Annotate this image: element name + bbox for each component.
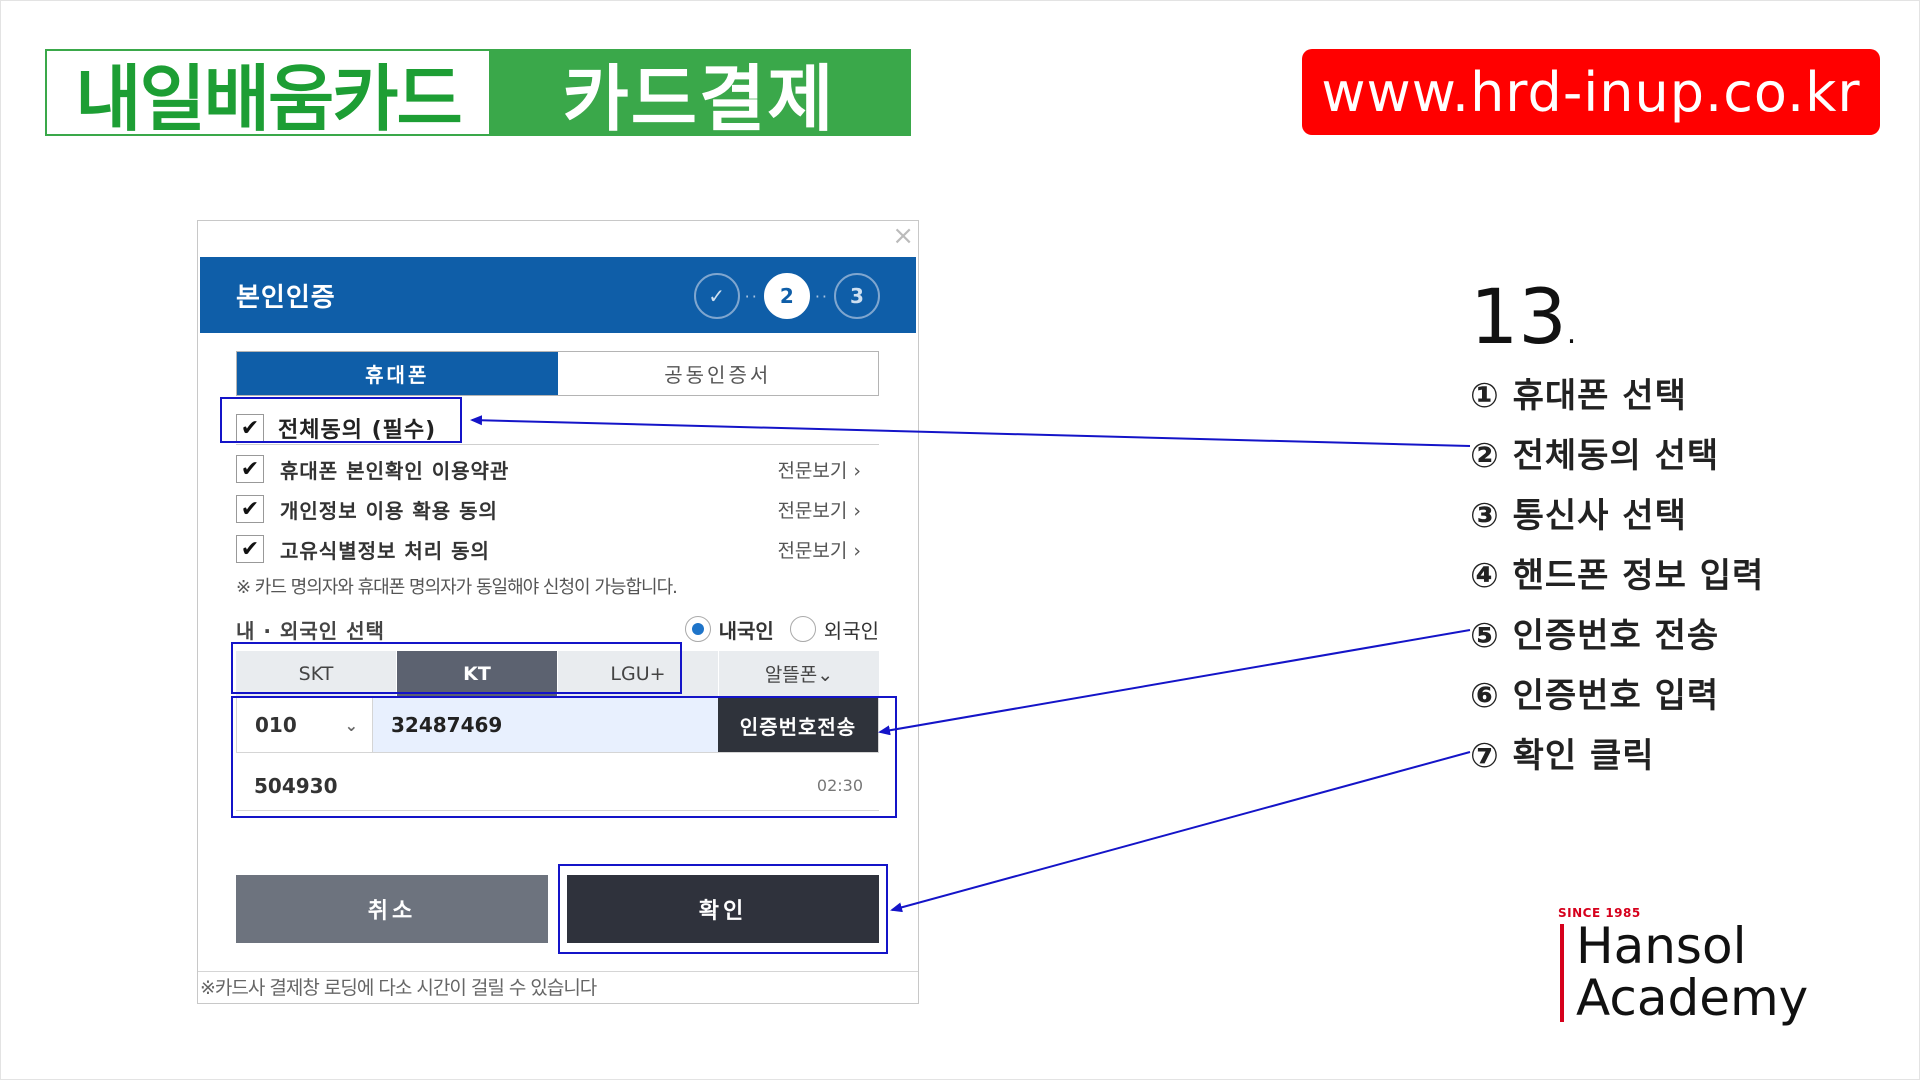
dialog-header: 본인인증 ✓ ·· 2 ·· 3 [200, 257, 916, 333]
agree-all-checkbox[interactable]: ✔ [236, 414, 264, 442]
nationality-row: 내 · 외국인 선택 내국인 외국인 [236, 609, 879, 649]
term-label: 고유식별정보 처리 동의 [280, 538, 490, 563]
agree-all-label: 전체동의 (필수) [278, 418, 437, 443]
chevron-down-icon: ⌄ [344, 715, 358, 735]
footer-divider [198, 971, 918, 972]
radio-foreign-label[interactable]: 외국인 [824, 615, 879, 644]
step-1-done-icon: ✓ [693, 273, 740, 319]
phone-input-row: 010 ⌄ 32487469 인증번호전송 [236, 697, 879, 753]
radio-selected-dot [691, 623, 704, 635]
term-row: ✔ 개인정보 이용 확용 동의 전문보기 › [236, 489, 879, 529]
logo-line1: Hansol [1576, 917, 1747, 975]
term-view-link[interactable]: 전문보기 › [777, 456, 861, 483]
title-banner: 내일배움카드 카드결제 [45, 49, 911, 141]
dialog-title: 본인인증 [236, 282, 336, 313]
divider [236, 444, 879, 445]
radio-foreign[interactable] [789, 616, 816, 642]
carrier-selector: SKT KT LGU+ 알뜰폰⌄ [236, 651, 879, 696]
title-card-payment: 카드결제 [489, 51, 909, 141]
step-number: 13. [1470, 272, 1576, 361]
owner-match-notice: ※ 카드 명의자와 휴대폰 명의자가 동일해야 신청이 가능합니다. [236, 577, 678, 598]
step-number-value: 13 [1470, 272, 1567, 361]
term-label: 개인정보 이용 확용 동의 [280, 498, 498, 523]
phone-prefix-select[interactable]: 010 ⌄ [237, 698, 373, 752]
term-row: ✔ 휴대폰 본인확인 이용약관 전문보기 › [236, 449, 879, 489]
verification-code-value: 504930 [254, 773, 338, 798]
step-3: 3 [834, 273, 880, 319]
term-row: ✔ 고유식별정보 처리 동의 전문보기 › [236, 529, 879, 569]
instruction-item: ⑦ 확인 클릭 [1470, 735, 1655, 776]
tab-mobile-phone[interactable]: 휴대폰 [237, 352, 558, 395]
close-icon[interactable]: × [892, 223, 914, 249]
carrier-lgu[interactable]: LGU+ [558, 651, 719, 696]
instruction-item: ⑥ 인증번호 입력 [1470, 675, 1720, 716]
step-2-current: 2 [763, 273, 810, 319]
instruction-item: ⑤ 인증번호 전송 [1470, 615, 1720, 656]
step-number-dot: . [1566, 316, 1577, 351]
instruction-list: ① 휴대폰 선택 ② 전체동의 선택 ③ 통신사 선택 ④ 핸드폰 정보 입력 … [1470, 362, 1764, 782]
term-checkbox[interactable]: ✔ [236, 535, 264, 563]
radio-domestic-label[interactable]: 내국인 [719, 615, 774, 644]
identity-verification-dialog: × 본인인증 ✓ ·· 2 ·· 3 휴대폰 공동인증서 ✔ 전체동의 (필수)… [197, 220, 919, 1004]
carrier-skt[interactable]: SKT [236, 651, 397, 696]
term-view-link[interactable]: 전문보기 › [777, 536, 861, 563]
instruction-item: ④ 핸드폰 정보 입력 [1470, 555, 1765, 596]
auth-method-tabs: 휴대폰 공동인증서 [236, 351, 879, 396]
arrow-send-code [878, 629, 1471, 736]
step-connector: ·· [814, 286, 829, 306]
term-checkbox[interactable]: ✔ [236, 455, 264, 483]
carrier-mvno-dropdown[interactable]: 알뜰폰⌄ [719, 651, 879, 696]
term-label: 휴대폰 본인확인 이용약관 [280, 458, 510, 483]
tab-certificate[interactable]: 공동인증서 [558, 352, 879, 395]
site-url-badge: www.hrd-inup.co.kr [1302, 49, 1880, 135]
cancel-button[interactable]: 취소 [236, 875, 548, 943]
confirm-button[interactable]: 확인 [567, 875, 879, 943]
terms-list: ✔ 휴대폰 본인확인 이용약관 전문보기 › ✔ 개인정보 이용 확용 동의 전… [236, 449, 879, 569]
term-checkbox[interactable]: ✔ [236, 495, 264, 523]
phone-prefix-value: 010 [255, 713, 297, 737]
term-view-link[interactable]: 전문보기 › [777, 496, 861, 523]
logo-line2: Academy [1576, 969, 1809, 1027]
hansol-academy-logo: SINCE 1985 Hansol Academy [1558, 906, 1818, 1026]
send-code-button[interactable]: 인증번호전송 [718, 698, 878, 752]
code-timer: 02:30 [816, 776, 863, 795]
step-connector: ·· [744, 286, 759, 306]
instruction-item: ② 전체동의 선택 [1470, 435, 1720, 476]
arrow-confirm [890, 751, 1471, 913]
title-card-name: 내일배움카드 [47, 51, 489, 141]
step-indicator: ✓ ·· 2 ·· 3 [693, 273, 880, 319]
carrier-kt[interactable]: KT [397, 651, 558, 696]
phone-number-input[interactable]: 32487469 [373, 698, 718, 752]
loading-notice: ※카드사 결제창 로딩에 다소 시간이 걸릴 수 있습니다 [200, 977, 597, 999]
instruction-item: ① 휴대폰 선택 [1470, 375, 1687, 416]
instruction-item: ③ 통신사 선택 [1470, 495, 1687, 536]
verification-code-input[interactable]: 504930 02:30 [236, 761, 879, 811]
logo-accent-bar [1560, 924, 1564, 1022]
radio-domestic[interactable] [684, 616, 711, 642]
nationality-label: 내 · 외국인 선택 [236, 618, 385, 643]
